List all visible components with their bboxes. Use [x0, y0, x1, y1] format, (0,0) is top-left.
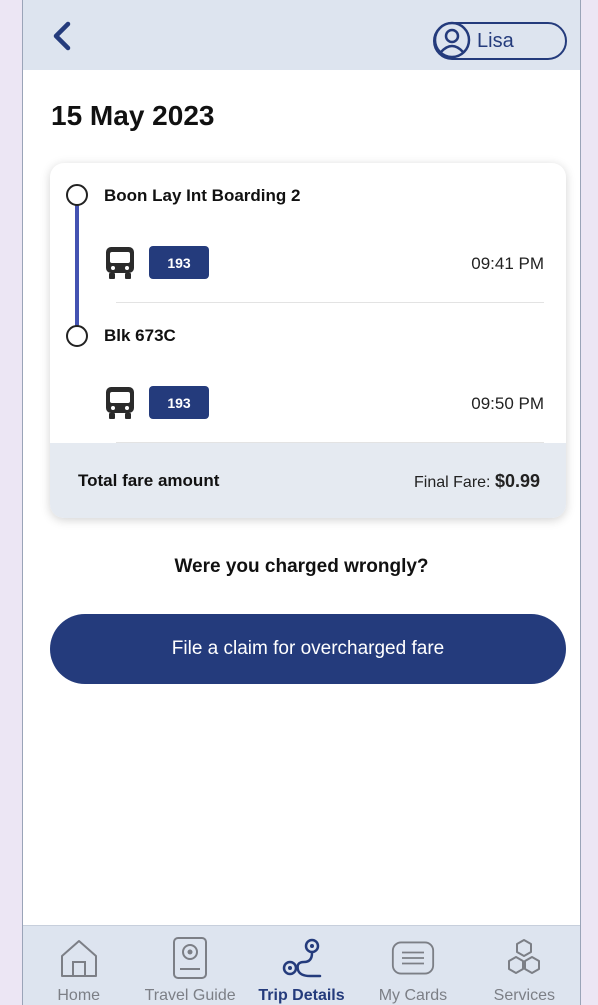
nav-label: My Cards — [378, 987, 448, 1004]
user-profile-button[interactable]: Lisa — [433, 21, 567, 60]
nav-item-services[interactable]: Services — [469, 926, 580, 1005]
nav-label: Services — [493, 987, 555, 1004]
nav-item-home[interactable]: Home — [23, 926, 134, 1005]
route-badge: 193 — [149, 246, 209, 279]
trip-details-icon — [280, 934, 324, 981]
user-name: Lisa — [477, 29, 514, 52]
final-fare-amount: $0.99 — [494, 471, 540, 491]
home-icon — [57, 934, 101, 981]
bus-icon — [106, 247, 134, 279]
cards-icon — [391, 934, 435, 981]
final-fare: Final Fare: $0.99 — [414, 471, 540, 492]
route-badge: 193 — [149, 386, 209, 419]
alighting-time: 09:50 PM — [471, 394, 544, 413]
final-fare-prefix: Final Fare: — [414, 474, 495, 491]
avatar-icon — [433, 21, 471, 59]
stop-marker-icon — [66, 184, 88, 206]
total-fare-label: Total fare amount — [78, 471, 220, 490]
stop-name-boarding: Boon Lay Int Boarding 2 — [104, 186, 301, 205]
divider — [116, 302, 544, 303]
bus-icon — [106, 387, 134, 419]
chevron-left-icon — [53, 21, 71, 51]
trip-card: Boon Lay Int Boarding 2 193 09:41 PM Blk… — [50, 163, 566, 518]
nav-item-trip-details[interactable]: Trip Details — [246, 926, 357, 1005]
boarding-time: 09:41 PM — [471, 254, 544, 273]
fare-summary: Total fare amount Final Fare: $0.99 — [50, 443, 566, 518]
top-bar: Lisa — [23, 0, 580, 70]
nav-item-travel-guide[interactable]: Travel Guide — [134, 926, 245, 1005]
nav-label: Trip Details — [258, 987, 345, 1004]
travel-guide-icon — [168, 934, 212, 981]
stop-name-alighting: Blk 673C — [104, 326, 176, 345]
nav-label: Travel Guide — [144, 987, 236, 1004]
trip-date: 15 May 2023 — [51, 100, 215, 131]
nav-item-my-cards[interactable]: My Cards — [357, 926, 468, 1005]
charged-wrongly-question: Were you charged wrongly? — [174, 556, 429, 577]
stop-marker-icon — [66, 325, 88, 347]
nav-label: Home — [57, 987, 101, 1004]
file-claim-button[interactable]: File a claim for overcharged fare — [50, 614, 566, 684]
app-screen: Lisa 15 May 2023 Boon Lay Int Boarding 2… — [22, 0, 581, 1005]
services-icon — [502, 934, 546, 981]
bottom-navigation: Home Travel Guide Trip Details My Cards … — [23, 925, 580, 1005]
timeline-line — [75, 193, 79, 338]
back-button[interactable] — [47, 18, 77, 54]
